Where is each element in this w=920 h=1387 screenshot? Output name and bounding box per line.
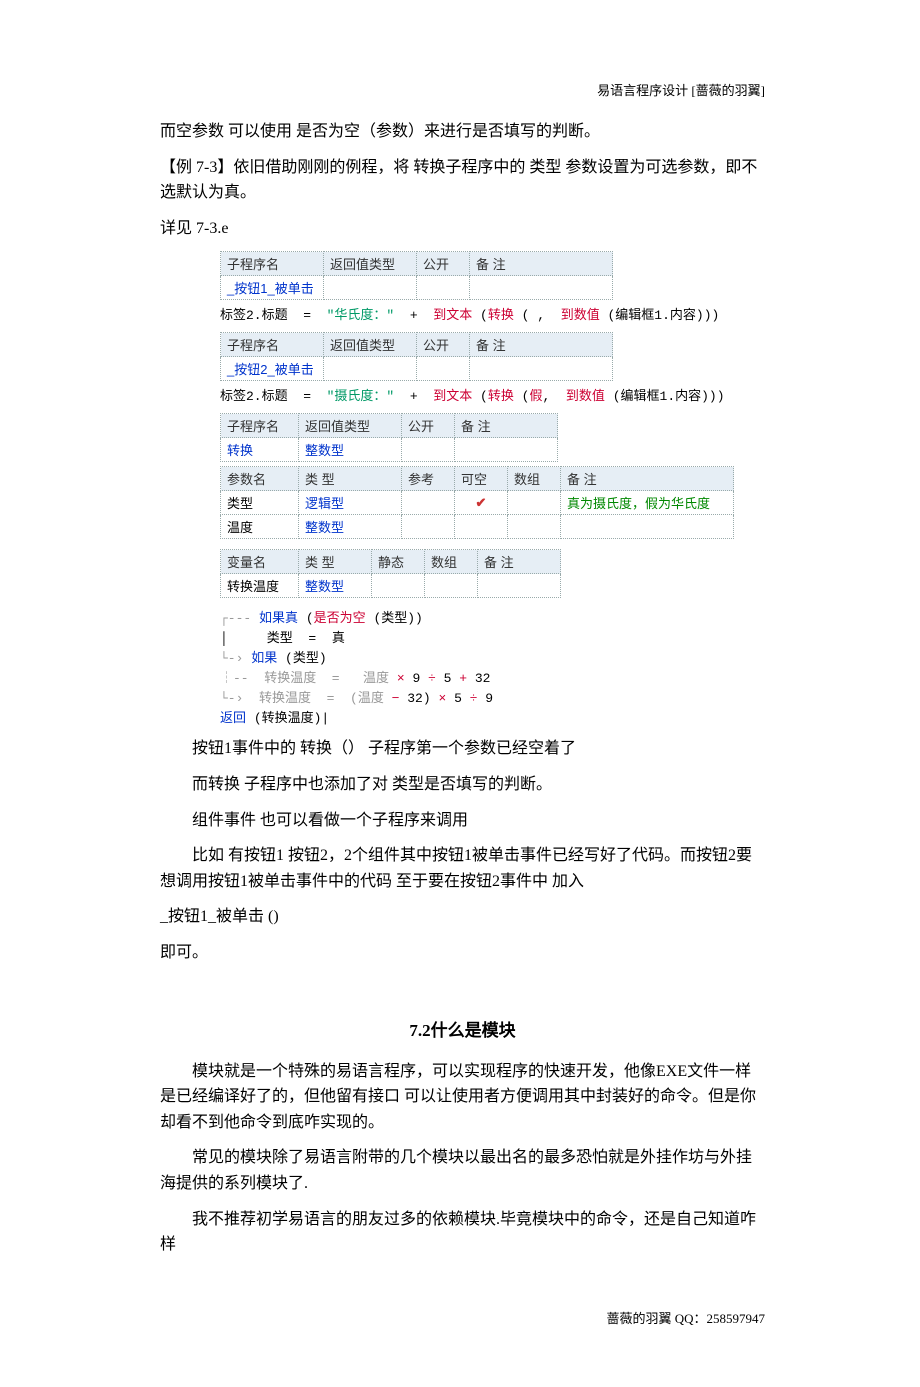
cell	[508, 491, 561, 515]
th: 备 注	[478, 550, 561, 574]
cell: 整数型	[299, 574, 372, 598]
th: 返回值类型	[324, 252, 417, 276]
table-row: 转换 整数型	[221, 438, 558, 462]
paragraph: 【例 7-3】依旧借助刚刚的例程，将 转换子程序中的 类型 参数设置为可选参数，…	[160, 155, 765, 206]
th: 公开	[417, 333, 470, 357]
table-row: _按钮1_被单击	[221, 276, 613, 300]
paragraph: _按钮1_被单击 ()	[160, 904, 765, 930]
code-line: 返回 (转换温度)|	[220, 707, 765, 726]
sub-table-1: 子程序名 返回值类型 公开 备 注 _按钮1_被单击	[220, 251, 613, 300]
code-line: └-› 如果 (类型)	[220, 647, 765, 666]
th: 公开	[417, 252, 470, 276]
paragraph: 即可。	[160, 940, 765, 966]
th: 子程序名	[221, 414, 299, 438]
code-line: 标签2.标题 = "摄氏度：" + 到文本 (转换 (假, 到数值 (编辑框1.…	[220, 385, 765, 404]
cell: _按钮2_被单击	[221, 357, 324, 381]
cell: 逻辑型	[299, 491, 402, 515]
table-row: _按钮2_被单击	[221, 357, 613, 381]
code-line: 标签2.标题 = "华氏度：" + 到文本 (转换 ( , 到数值 (编辑框1.…	[220, 304, 765, 323]
cell: 温度	[221, 515, 299, 539]
page-footer: 蔷薇的羽翼 QQ：258597947	[160, 1308, 765, 1327]
cell: 整数型	[299, 515, 402, 539]
cell	[508, 515, 561, 539]
cell	[324, 357, 417, 381]
code-line: ┆-- 转换温度 = 温度 × 9 ÷ 5 + 32	[220, 667, 765, 686]
paragraph: 按钮1事件中的 转换（） 子程序第一个参数已经空着了	[160, 736, 765, 762]
th: 公开	[402, 414, 455, 438]
check-icon: ✔	[461, 495, 501, 511]
param-table: 参数名 类 型 参考 可空 数组 备 注 类型 逻辑型 ✔ 真为摄氏度，假为华氏…	[220, 466, 734, 539]
sub-table-3: 子程序名 返回值类型 公开 备 注 转换 整数型	[220, 413, 558, 462]
cell	[417, 276, 470, 300]
th: 返回值类型	[324, 333, 417, 357]
cell	[455, 515, 508, 539]
cell	[324, 276, 417, 300]
code-line: ┌--- 如果真 (是否为空 (类型))	[220, 607, 765, 626]
paragraph: 常见的模块除了易语言附带的几个模块以最出名的最多恐怕就是外挂作坊与外挂海提供的系…	[160, 1145, 765, 1196]
th: 数组	[425, 550, 478, 574]
cell: 整数型	[299, 438, 402, 462]
th: 类 型	[299, 550, 372, 574]
paragraph: 模块就是一个特殊的易语言程序，可以实现程序的快速开发，他像EXE文件一样是已经编…	[160, 1059, 765, 1136]
th: 类 型	[299, 467, 402, 491]
sub-table-2: 子程序名 返回值类型 公开 备 注 _按钮2_被单击	[220, 332, 613, 381]
th: 备 注	[561, 467, 734, 491]
cell	[372, 574, 425, 598]
table-row: 转换温度 整数型	[221, 574, 561, 598]
var-table: 变量名 类 型 静态 数组 备 注 转换温度 整数型	[220, 549, 561, 598]
th: 子程序名	[221, 252, 324, 276]
th: 备 注	[470, 333, 613, 357]
paragraph: 组件事件 也可以看做一个子程序来调用	[160, 808, 765, 834]
section-heading: 7.2什么是模块	[160, 1016, 765, 1041]
th: 返回值类型	[299, 414, 402, 438]
th: 变量名	[221, 550, 299, 574]
paragraph: 而转换 子程序中也添加了对 类型是否填写的判断。	[160, 772, 765, 798]
cell	[455, 438, 558, 462]
cell: _按钮1_被单击	[221, 276, 324, 300]
table-row: 类型 逻辑型 ✔ 真为摄氏度，假为华氏度	[221, 491, 734, 515]
th: 可空	[455, 467, 508, 491]
cell	[402, 438, 455, 462]
cell	[417, 357, 470, 381]
cell	[561, 515, 734, 539]
cell	[425, 574, 478, 598]
code-line: └-› 转换温度 = (温度 − 32) × 5 ÷ 9	[220, 687, 765, 706]
paragraph: 而空参数 可以使用 是否为空（参数）来进行是否填写的判断。	[160, 119, 765, 145]
th: 子程序名	[221, 333, 324, 357]
code-screenshot: 子程序名 返回值类型 公开 备 注 _按钮1_被单击 标签2.标题 = "华氏度…	[220, 251, 765, 726]
cell: 转换温度	[221, 574, 299, 598]
th: 备 注	[470, 252, 613, 276]
cell	[470, 357, 613, 381]
th: 数组	[508, 467, 561, 491]
paragraph: 详见 7-3.e	[160, 216, 765, 242]
cell	[402, 515, 455, 539]
paragraph: 我不推荐初学易语言的朋友过多的依赖模块.毕竟模块中的命令，还是自己知道咋样	[160, 1207, 765, 1258]
th: 参数名	[221, 467, 299, 491]
paragraph: 比如 有按钮1 按钮2，2个组件其中按钮1被单击事件已经写好了代码。而按钮2要想…	[160, 843, 765, 894]
th: 参考	[402, 467, 455, 491]
code-line: │ 类型 = 真	[220, 627, 765, 646]
th: 备 注	[455, 414, 558, 438]
cell: 转换	[221, 438, 299, 462]
th: 静态	[372, 550, 425, 574]
cell	[402, 491, 455, 515]
cell	[470, 276, 613, 300]
page-header: 易语言程序设计 [蔷薇的羽翼]	[160, 80, 765, 99]
cell	[478, 574, 561, 598]
cell: 真为摄氏度，假为华氏度	[561, 491, 734, 515]
table-row: 温度 整数型	[221, 515, 734, 539]
cell: 类型	[221, 491, 299, 515]
cell: ✔	[455, 491, 508, 515]
